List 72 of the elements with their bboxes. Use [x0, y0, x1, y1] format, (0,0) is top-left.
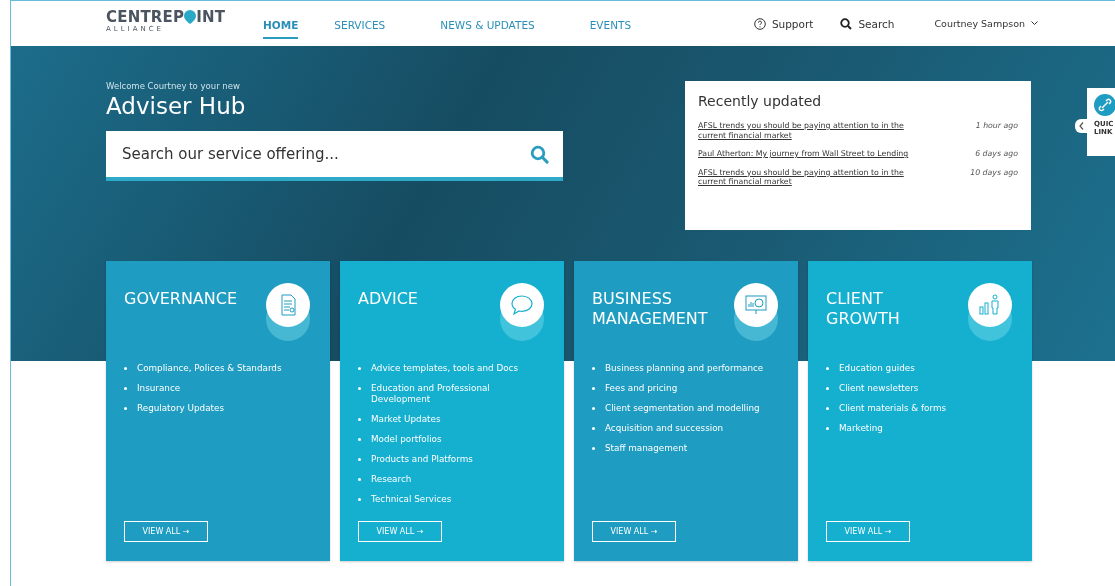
bullet-icon: [358, 458, 361, 461]
search-field[interactable]: Search our service offering...: [120, 144, 530, 164]
category-link[interactable]: Client segmentation and modelling: [605, 403, 775, 414]
card-title: ADVICE: [358, 289, 419, 310]
welcome-text: Welcome Courtney to your new: [106, 81, 241, 91]
nav-tab[interactable]: SERVICES: [334, 8, 386, 39]
nav-tab[interactable]: EVENTS: [589, 8, 632, 39]
bullet-icon: [826, 387, 829, 390]
bullet-icon: [826, 427, 829, 430]
bullet-icon: [124, 367, 127, 370]
category-link[interactable]: Client materials & forms: [839, 403, 1009, 414]
category-link[interactable]: Market Updates: [371, 414, 541, 425]
category-link[interactable]: Products and Platforms: [371, 454, 541, 465]
bullet-icon: [358, 498, 361, 501]
card-title: GOVERNANCE: [124, 289, 239, 310]
bullet-icon: [592, 447, 595, 450]
presentation-board-icon: [744, 293, 768, 317]
card-title: BUSINESS MANAGEMENT: [592, 289, 709, 330]
view-all-button[interactable]: VIEW ALL →: [826, 521, 910, 542]
bullet-icon: [826, 407, 829, 410]
bullet-icon: [592, 427, 595, 430]
panel-title: Recently updated: [698, 93, 823, 109]
category-link[interactable]: Client newsletters: [839, 383, 1009, 394]
bullet-icon: [592, 387, 595, 390]
category-link[interactable]: Education guides: [839, 363, 1009, 374]
category-link[interactable]: Acquisition and succession: [605, 423, 775, 434]
category-link[interactable]: Business planning and performance: [605, 363, 775, 374]
link-icon: [1094, 94, 1115, 116]
category-link[interactable]: Research: [371, 474, 541, 485]
category-link[interactable]: Technical Services: [371, 494, 541, 505]
bullet-icon: [124, 387, 127, 390]
logo-text: INT: [196, 8, 226, 25]
search-icon: [530, 144, 549, 164]
help-icon: [753, 17, 766, 30]
category-link[interactable]: Fees and pricing: [605, 383, 775, 394]
category-link[interactable]: Regulatory Updates: [137, 403, 307, 414]
category-link[interactable]: Staff management: [605, 443, 775, 454]
bullet-icon: [358, 438, 361, 441]
nav-tab[interactable]: NEWS & UPDATES: [440, 8, 535, 39]
chevron-left-icon: [1078, 122, 1084, 130]
bullet-icon: [358, 367, 361, 370]
search-bar[interactable]: Search our service offering...: [106, 131, 563, 181]
category-link[interactable]: Advice templates, tools and Docs: [371, 363, 541, 374]
card-title: CLIENT GROWTH: [826, 289, 901, 330]
bullet-icon: [358, 387, 361, 390]
page-title: Adviser Hub: [106, 93, 247, 119]
search-link[interactable]: Search: [840, 17, 895, 30]
support-link[interactable]: Support: [753, 17, 814, 30]
category-link[interactable]: Model portfolios: [371, 434, 541, 445]
user-menu[interactable]: Courtney Sampson: [934, 18, 1038, 29]
nav-tab[interactable]: HOME: [263, 8, 299, 39]
category-link[interactable]: Education and Professional Development: [371, 383, 541, 405]
bullet-icon: [592, 367, 595, 370]
bullet-icon: [358, 418, 361, 421]
bullet-icon: [592, 407, 595, 410]
bullet-icon: [124, 407, 127, 410]
bullet-icon: [826, 367, 829, 370]
view-all-button[interactable]: VIEW ALL →: [358, 521, 442, 542]
bar-chart-person-icon: [978, 293, 1002, 317]
category-link[interactable]: Insurance: [137, 383, 307, 394]
document-icon: [279, 294, 297, 316]
view-all-button[interactable]: VIEW ALL →: [124, 521, 208, 542]
speech-bubble-icon: [510, 294, 534, 316]
search-icon: [840, 17, 853, 30]
category-link[interactable]: Compliance, Polices & Standards: [137, 363, 307, 374]
bullet-icon: [358, 478, 361, 481]
category-link[interactable]: Marketing: [839, 423, 1009, 434]
chevron-down-icon: [1031, 21, 1038, 26]
view-all-button[interactable]: VIEW ALL →: [592, 521, 676, 542]
logo-text: CENTREP: [106, 8, 185, 25]
pin-icon: [184, 9, 197, 24]
collapse-tab[interactable]: [1075, 119, 1087, 133]
